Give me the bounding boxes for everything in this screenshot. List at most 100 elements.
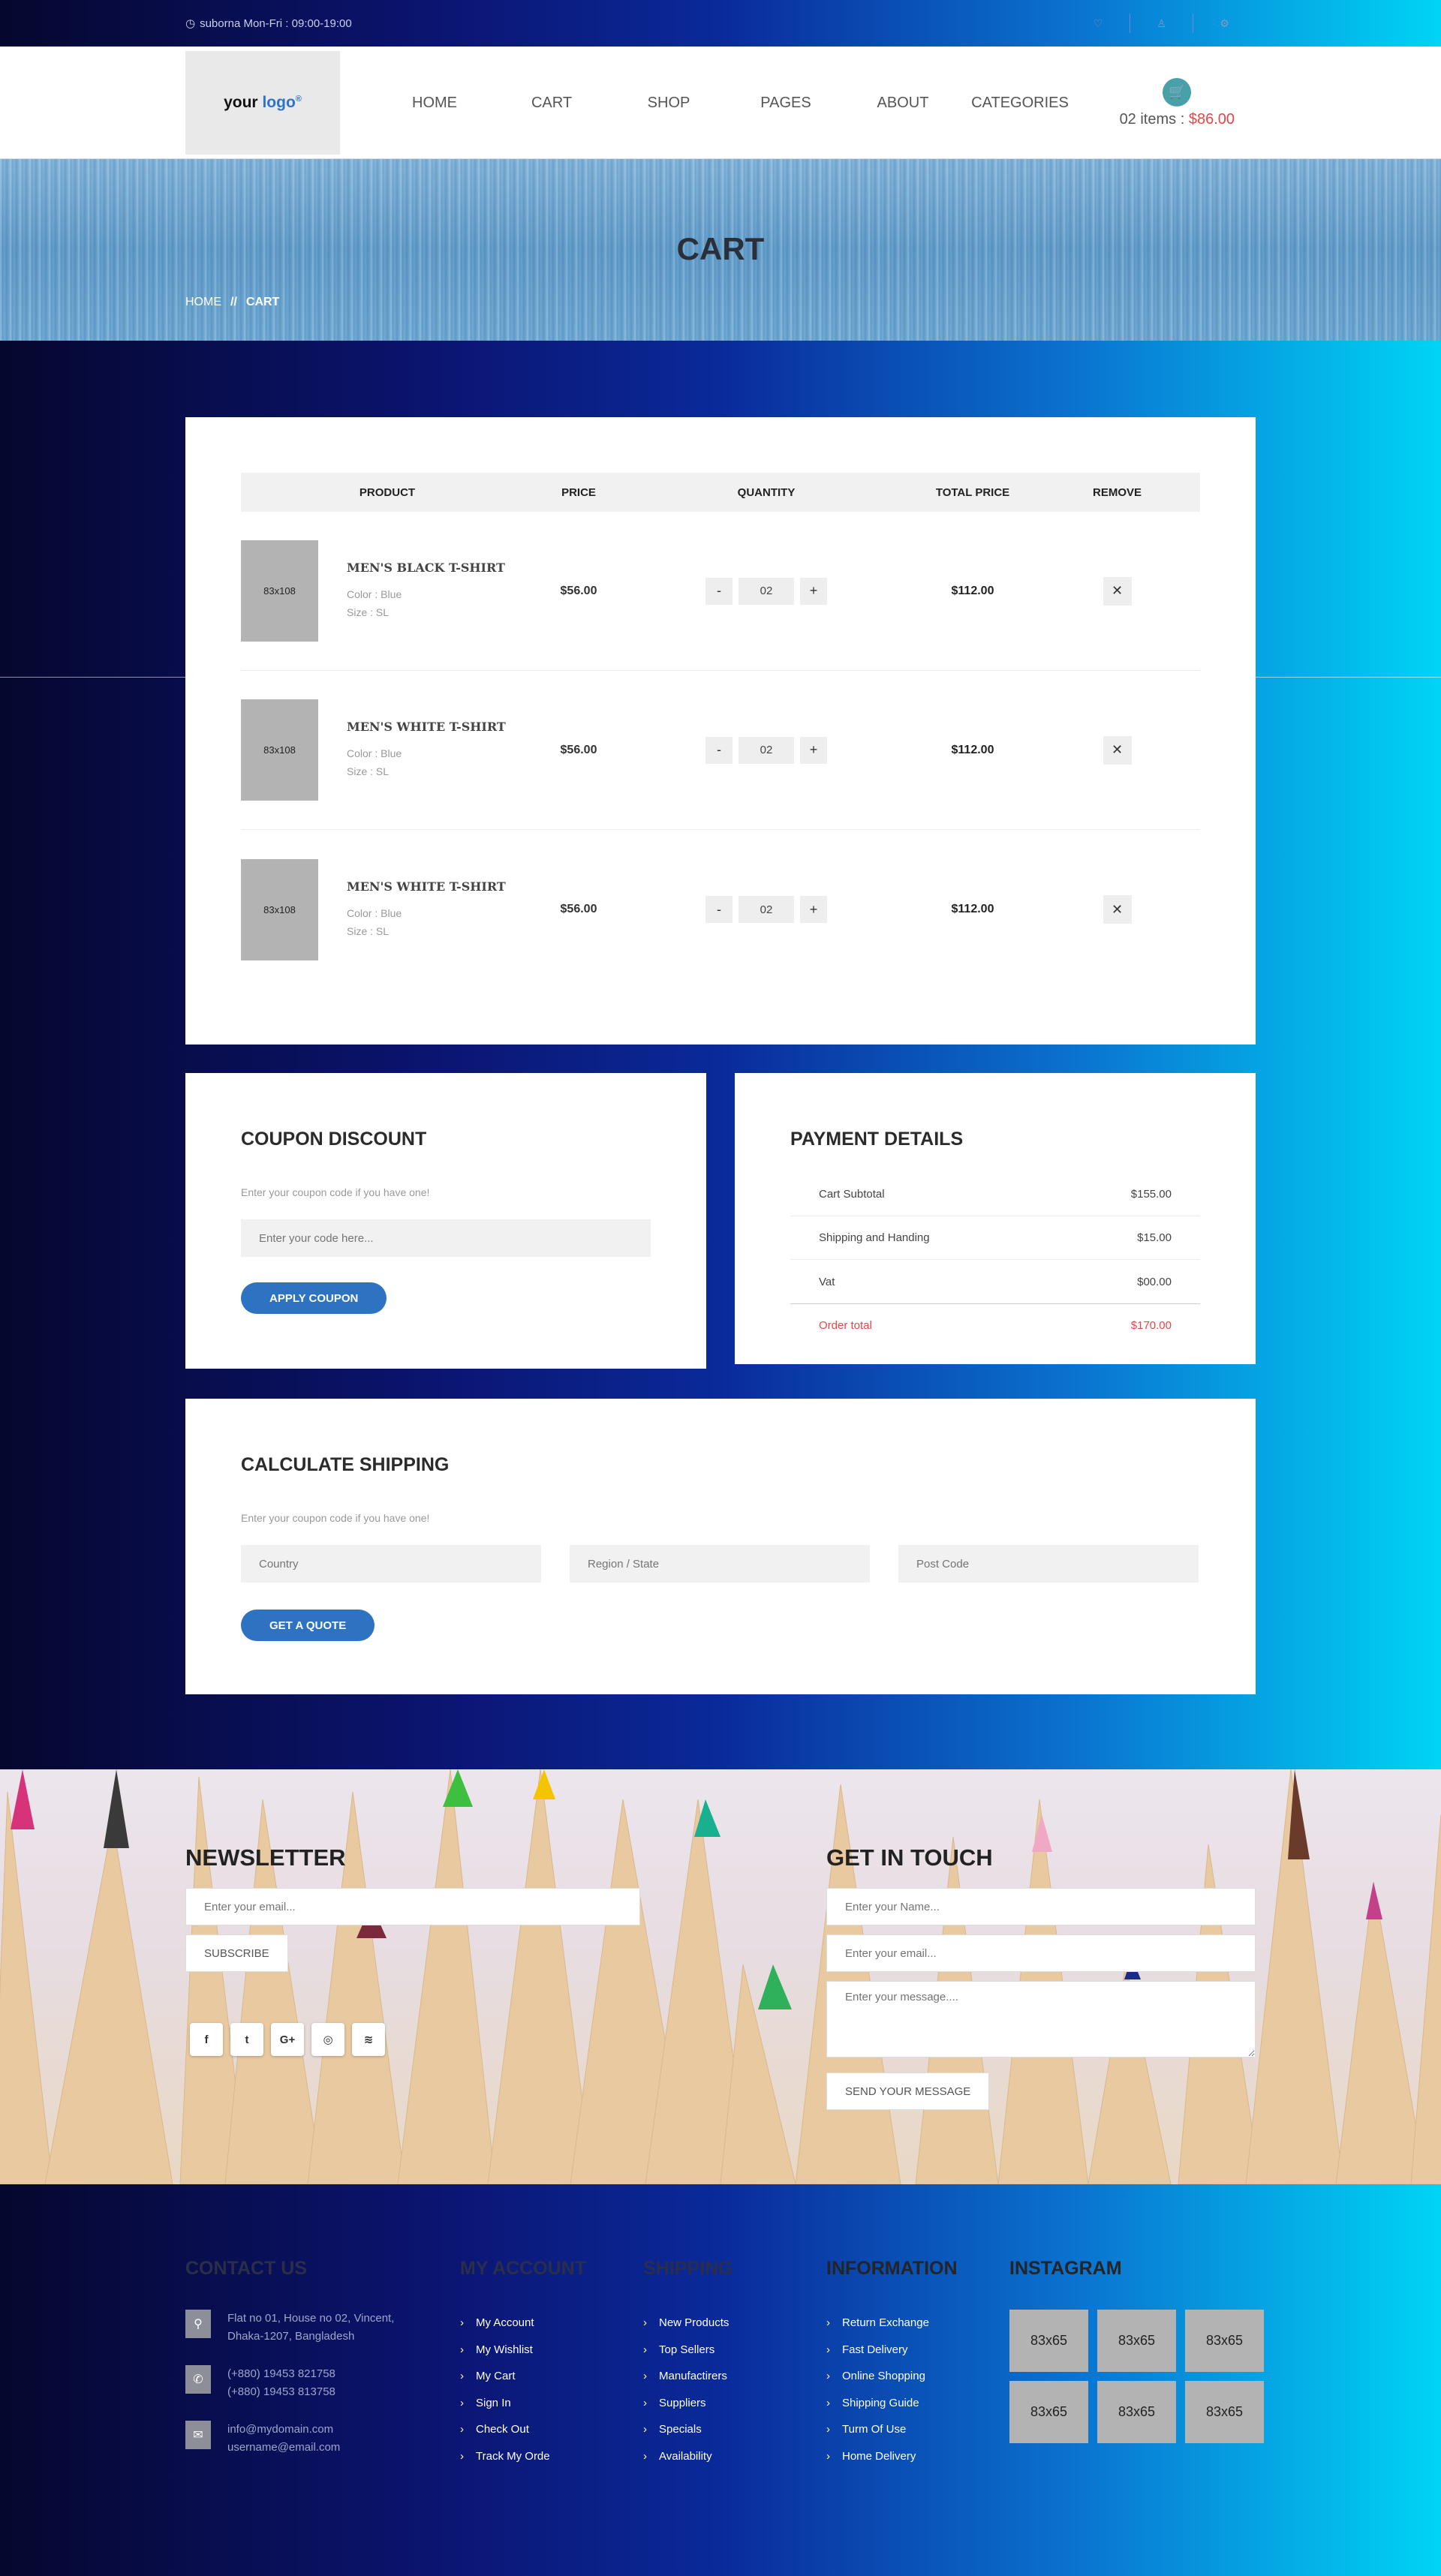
contact-email: ✉ info@mydomain.com username@email.com xyxy=(185,2421,423,2457)
footer-link[interactable]: My Wishlist xyxy=(460,2337,586,2364)
footer-link[interactable]: Top Sellers xyxy=(643,2337,733,2364)
increase-quantity-button[interactable]: + xyxy=(800,736,827,764)
nav-pages[interactable]: PAGES xyxy=(727,95,844,112)
dribbble-icon[interactable]: ◎ xyxy=(311,2023,344,2056)
site-header: your logo® HOME CART SHOP PAGES ABOUT CA… xyxy=(0,47,1441,159)
email-address[interactable]: username@email.com xyxy=(227,2439,423,2457)
footer-link[interactable]: New Products xyxy=(643,2310,733,2337)
coupon-code-input[interactable] xyxy=(241,1219,651,1257)
quantity-value[interactable]: 02 xyxy=(739,736,794,764)
country-field[interactable] xyxy=(241,1545,541,1583)
instagram-thumbnail[interactable]: 83x65 xyxy=(1097,2310,1176,2372)
shipping-fields xyxy=(241,1545,1200,1583)
twitter-icon[interactable]: t xyxy=(230,2023,263,2056)
footer-link[interactable]: Turm Of Use xyxy=(826,2416,958,2443)
gear-icon[interactable]: ⚙ xyxy=(1193,14,1256,33)
product-thumbnail[interactable]: 83x108 xyxy=(241,858,318,960)
nav-shop[interactable]: SHOP xyxy=(610,95,727,112)
shopping-cart-icon: 🛒 xyxy=(1163,77,1192,107)
contact-email-input[interactable] xyxy=(826,1934,1256,1972)
footer-link[interactable]: Availability xyxy=(643,2443,733,2470)
footer-link[interactable]: Track My Orde xyxy=(460,2443,586,2470)
product-size: Size : SL xyxy=(347,924,390,937)
footer-link[interactable]: Sign In xyxy=(460,2390,586,2417)
nav-about[interactable]: ABOUT xyxy=(844,95,961,112)
contact-name-input[interactable] xyxy=(826,1888,1256,1925)
remove-item-button[interactable]: ✕ xyxy=(1103,735,1132,765)
contact-message-input[interactable] xyxy=(826,1981,1256,2057)
product-name[interactable]: MEN'S WHITE T-SHIRT xyxy=(347,720,534,734)
footer-link[interactable]: Specials xyxy=(643,2416,733,2443)
footer-shipping: SHIPPING New Products Top Sellers Manufa… xyxy=(643,2258,733,2470)
region-field[interactable] xyxy=(570,1545,870,1583)
nav-categories[interactable]: CATEGORIES xyxy=(961,95,1078,112)
payment-row: Vat $00.00 xyxy=(790,1260,1200,1303)
quantity-value[interactable]: 02 xyxy=(739,577,794,605)
heart-icon[interactable]: ♡ xyxy=(1066,14,1130,33)
email-address[interactable]: info@mydomain.com xyxy=(227,2421,423,2439)
newsletter-email-input[interactable] xyxy=(185,1888,640,1925)
mini-cart[interactable]: 🛒 02 items : $86.00 xyxy=(1120,77,1235,128)
apply-coupon-button[interactable]: APPLY COUPON xyxy=(241,1282,387,1314)
map-pin-icon: ⚲ xyxy=(185,2310,211,2338)
phone-number[interactable]: (+880) 19453 813758 xyxy=(227,2383,423,2401)
footer-link[interactable]: My Account xyxy=(460,2310,586,2337)
contact-phone: ✆ (+880) 19453 821758 (+880) 19453 81375… xyxy=(185,2365,423,2401)
subscribe-button[interactable]: SUBSCRIBE xyxy=(185,1934,288,1972)
footer-link[interactable]: Fast Delivery xyxy=(826,2337,958,2364)
shipping-subtitle: Enter your coupon code if you have one! xyxy=(241,1512,430,1524)
remove-item-button[interactable]: ✕ xyxy=(1103,576,1132,606)
send-message-button[interactable]: SEND YOUR MESSAGE xyxy=(826,2073,990,2110)
increase-quantity-button[interactable]: + xyxy=(800,577,827,605)
footer-shipping-title: SHIPPING xyxy=(643,2258,733,2279)
phone-icon: ✆ xyxy=(185,2365,211,2394)
payment-details-panel: PAYMENT DETAILS Cart Subtotal $155.00 Shi… xyxy=(735,1073,1256,1364)
product-name[interactable]: MEN'S WHITE T-SHIRT xyxy=(347,879,534,894)
nav-cart[interactable]: CART xyxy=(493,95,610,112)
site-logo[interactable]: your logo® xyxy=(185,51,340,155)
footer-link[interactable]: Online Shopping xyxy=(826,2363,958,2390)
footer-link[interactable]: Manufactirers xyxy=(643,2363,733,2390)
instagram-thumbnail[interactable]: 83x65 xyxy=(1185,2310,1264,2372)
payment-value: $00.00 xyxy=(1137,1275,1172,1288)
footer-link[interactable]: My Cart xyxy=(460,2363,586,2390)
remove-item-button[interactable]: ✕ xyxy=(1103,895,1132,924)
postcode-field[interactable] xyxy=(898,1545,1199,1583)
instagram-thumbnail[interactable]: 83x65 xyxy=(1009,2310,1088,2372)
phone-number[interactable]: (+880) 19453 821758 xyxy=(227,2365,423,2383)
facebook-icon[interactable]: f xyxy=(190,2023,223,2056)
opening-hours: ◷ suborna Mon-Fri : 09:00-19:00 xyxy=(185,17,352,31)
instagram-thumbnail[interactable]: 83x65 xyxy=(1009,2381,1088,2443)
user-icon[interactable]: ♙ xyxy=(1130,14,1193,33)
logo-text: your logo® xyxy=(224,94,302,111)
footer-instagram-title: INSTAGRAM xyxy=(1009,2258,1122,2279)
product-thumbnail[interactable]: 83x108 xyxy=(241,540,318,642)
get-in-touch-block: GET IN TOUCH SEND YOUR MESSAGE xyxy=(826,1844,1256,2110)
footer-link[interactable]: Return Exchange xyxy=(826,2310,958,2337)
footer-link[interactable]: Home Delivery xyxy=(826,2443,958,2470)
calculate-shipping-panel: CALCULATE SHIPPING Enter your coupon cod… xyxy=(185,1399,1256,1694)
nav-home[interactable]: HOME xyxy=(376,95,493,112)
decrease-quantity-button[interactable]: - xyxy=(705,896,733,923)
google-plus-icon[interactable]: G+ xyxy=(271,2023,304,2056)
footer-contact-title: CONTACT US xyxy=(185,2258,308,2279)
breadcrumb-home[interactable]: HOME xyxy=(185,296,221,308)
footer-link[interactable]: Suppliers xyxy=(643,2390,733,2417)
rss-icon[interactable]: ≋ xyxy=(352,2023,385,2056)
increase-quantity-button[interactable]: + xyxy=(800,896,827,923)
header-remove: REMOVE xyxy=(1092,485,1142,499)
cart-table-header: PRODUCT PRICE QUANTITY TOTAL PRICE REMOV… xyxy=(241,473,1200,512)
footer-link[interactable]: Check Out xyxy=(460,2416,586,2443)
instagram-thumbnail[interactable]: 83x65 xyxy=(1185,2381,1264,2443)
product-name[interactable]: MEN'S BLACK T-SHIRT xyxy=(347,561,534,575)
instagram-thumbnail[interactable]: 83x65 xyxy=(1097,2381,1176,2443)
quantity-value[interactable]: 02 xyxy=(739,896,794,923)
decrease-quantity-button[interactable]: - xyxy=(705,736,733,764)
product-thumbnail[interactable]: 83x108 xyxy=(241,699,318,801)
decrease-quantity-button[interactable]: - xyxy=(705,577,733,605)
footer-link[interactable]: Shipping Guide xyxy=(826,2390,958,2417)
breadcrumb: HOME // CART xyxy=(185,296,279,309)
quantity-stepper: - 02 + xyxy=(624,736,909,764)
get-quote-button[interactable]: GET A QUOTE xyxy=(241,1610,375,1641)
product-total-price: $112.00 xyxy=(951,903,994,915)
